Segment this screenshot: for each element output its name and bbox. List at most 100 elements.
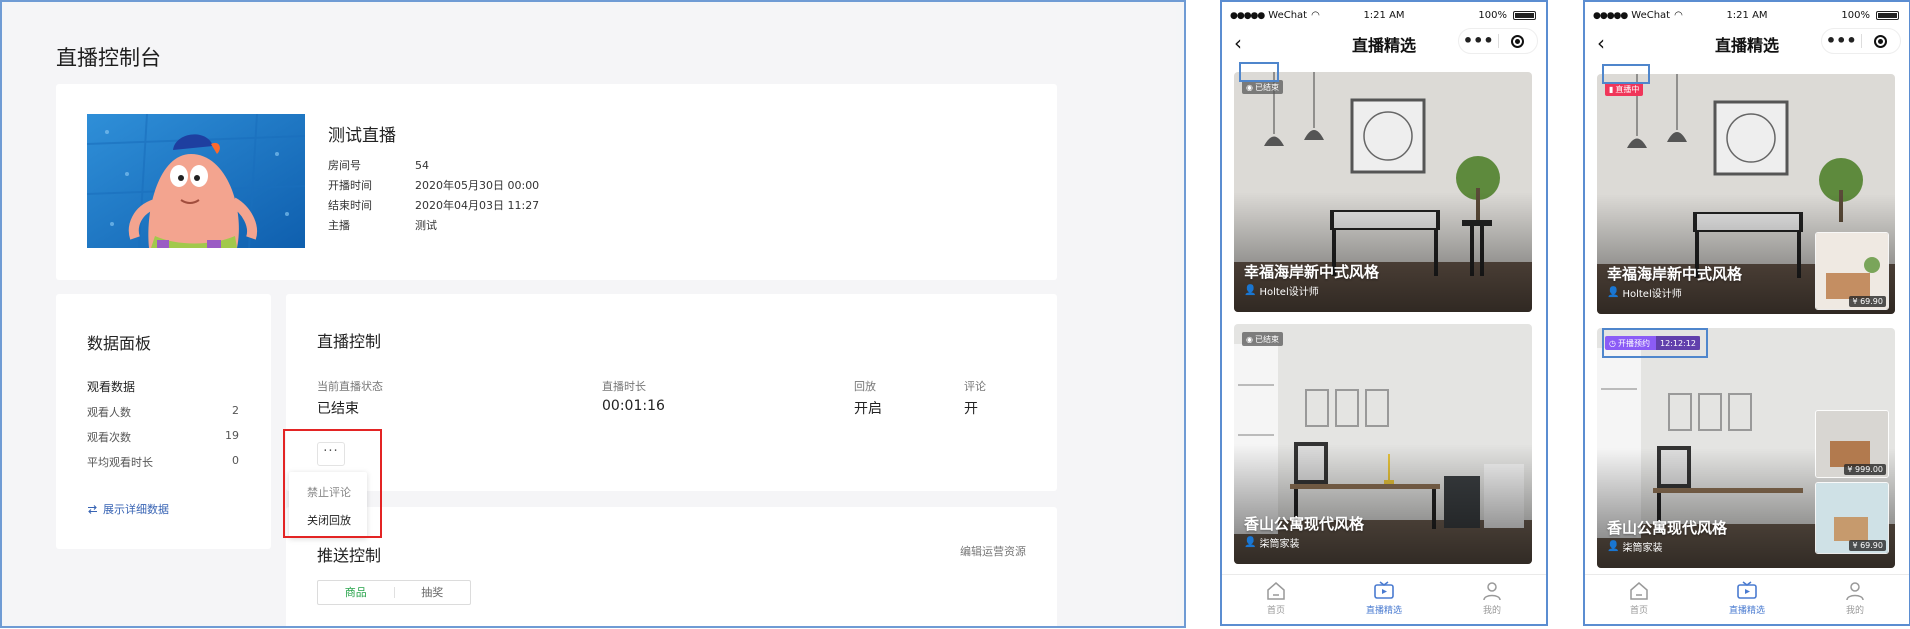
live-info-card: 测试直播 房间号 54 开播时间 2020年05月30日 00:00 结束时间 202… [56, 84, 1057, 280]
nav-bar: ‹ 直播精选 ••• [1222, 24, 1546, 58]
user-icon [1846, 582, 1864, 601]
nav-bar: ‹ 直播精选 ••• [1585, 24, 1909, 58]
tab-label: 直播精选 [1728, 606, 1765, 616]
tab-mine[interactable]: 我的 [1801, 575, 1909, 624]
tv-icon [1737, 581, 1757, 599]
close-ring-icon[interactable] [1499, 29, 1538, 53]
tab-label: 首页 [1629, 606, 1648, 616]
swap-arrows-icon [88, 504, 97, 514]
more-dots-icon[interactable]: ••• [1459, 29, 1498, 53]
info-value: 测试 [415, 219, 437, 232]
live-card[interactable]: ▮ 直播中 幸福海岸新中式风格 👤 Holtel设计师 ¥ 69.90 [1597, 74, 1895, 314]
live-control-title: 直播控制 [317, 332, 382, 351]
status-badge: ◉ 已结束 [1242, 80, 1283, 94]
live-status-value: 已结束 [317, 401, 359, 417]
info-label: 房间号 [328, 159, 361, 172]
info-row-host: 主播 测试 [328, 217, 437, 233]
card-title: 幸福海岸新中式风格 [1607, 265, 1743, 283]
tab-lottery[interactable]: 抽奖 [395, 581, 471, 604]
battery-icon [1876, 11, 1899, 20]
status-badge: ◉ 已结束 [1242, 332, 1283, 346]
live-status-label: 当前直播状态 [317, 380, 383, 393]
tab-home[interactable]: 首页 [1585, 575, 1693, 624]
home-icon [1630, 582, 1648, 600]
tab-home[interactable]: 首页 [1222, 575, 1330, 624]
live-control-card: 直播控制 当前直播状态 已结束 直播时长 00:01:16 回放 开启 评论 开… [286, 294, 1057, 491]
stat-views: 观看次数 19 [87, 429, 239, 445]
card-title: 幸福海岸新中式风格 [1244, 263, 1380, 281]
info-value: 2020年05月30日 00:00 [415, 179, 540, 192]
tab-label: 直播精选 [1365, 606, 1402, 616]
show-detail-data-link[interactable]: 展示详细数据 [87, 501, 169, 517]
stat-avg-duration: 平均观看时长 0 [87, 454, 239, 470]
tv-icon [1374, 581, 1394, 599]
show-detail-data-label: 展示详细数据 [103, 503, 169, 516]
ended-icon: ◉ [1246, 334, 1253, 344]
user-icon: 👤 [1607, 287, 1620, 298]
info-row-room: 房间号 54 [328, 157, 429, 173]
highlight-box [283, 429, 382, 538]
user-icon: 👤 [1244, 285, 1257, 296]
battery-icon [1513, 11, 1536, 20]
product-price: ¥ 999.00 [1844, 464, 1886, 475]
highlight-box [1602, 328, 1708, 358]
status-bar: ●●●●● WeChat ◠ 1:21 AM 100% [1585, 8, 1909, 22]
mini-program-capsule: ••• [1821, 28, 1901, 54]
highlight-box [1239, 62, 1279, 82]
product-thumbnail[interactable]: ¥ 999.00 [1815, 410, 1889, 478]
comment-label: 评论 [964, 380, 986, 393]
tab-label: 首页 [1266, 606, 1285, 616]
card-author: 👤 Holtel设计师 [1607, 287, 1682, 300]
stat-label: 平均观看时长 [87, 456, 153, 469]
user-icon: 👤 [1244, 537, 1257, 548]
data-panel-title: 数据面板 [87, 334, 152, 353]
stat-label: 观看次数 [87, 431, 131, 444]
tab-live-selection[interactable]: 直播精选 [1330, 575, 1438, 624]
tab-bar: 首页 直播精选 我的 [1222, 574, 1546, 624]
live-cover-image [87, 114, 305, 248]
page-title: 直播控制台 [56, 46, 161, 70]
live-duration-value: 00:01:16 [602, 398, 665, 414]
product-price: ¥ 69.90 [1849, 296, 1886, 307]
info-value: 2020年04月03日 11:27 [415, 199, 540, 212]
push-control-card: 推送控制 编辑运营资源 商品 抽奖 [286, 507, 1057, 626]
ended-icon: ◉ [1246, 82, 1253, 92]
stat-value: 2 [232, 404, 239, 417]
info-label: 主播 [328, 219, 350, 232]
stat-value: 19 [225, 429, 239, 442]
stat-value: 0 [232, 454, 239, 467]
more-dots-icon[interactable]: ••• [1822, 29, 1861, 53]
status-bar: ●●●●● WeChat ◠ 1:21 AM 100% [1222, 8, 1546, 22]
live-card[interactable]: ◷ 开播预约 12:12:12 香山公寓现代风格 👤 柒筒家装 ¥ 999.00 ¥… [1597, 328, 1895, 568]
console-body: 直播控制台 测试直播 房间号 54 开播时间 2020年05月30日 00:00… [4, 4, 1176, 626]
phone-preview-live: ●●●●● WeChat ◠ 1:21 AM 100% ‹ 直播精选 ••• ▮ 直播… [1583, 0, 1910, 626]
product-thumbnail[interactable]: ¥ 69.90 [1815, 482, 1889, 554]
tab-mine[interactable]: 我的 [1438, 575, 1546, 624]
data-panel-card: 数据面板 观看数据 观看人数 2 观看次数 19 平均观看时长 0 展示详细数据 [56, 294, 271, 549]
tab-bar: 首页 直播精选 我的 [1585, 574, 1909, 624]
live-card[interactable]: ◉ 已结束 香山公寓现代风格 👤 柒筒家装 [1234, 324, 1532, 564]
phone-preview-ended: ●●●●● WeChat ◠ 1:21 AM 100% ‹ 直播精选 ••• ◉ 已结… [1220, 0, 1548, 626]
product-thumbnail[interactable]: ¥ 69.90 [1815, 232, 1889, 310]
live-duration-label: 直播时长 [602, 380, 646, 393]
user-icon [1483, 582, 1501, 601]
home-icon [1267, 582, 1285, 600]
live-console-panel: 直播控制台 测试直播 房间号 54 开播时间 2020年05月30日 00:00… [0, 0, 1186, 628]
tab-label: 我的 [1845, 606, 1864, 616]
mini-program-capsule: ••• [1458, 28, 1538, 54]
card-author: 👤 柒筒家装 [1244, 537, 1300, 550]
card-title: 香山公寓现代风格 [1607, 519, 1728, 537]
live-bars-icon: ▮ [1609, 84, 1614, 94]
info-label: 开播时间 [328, 179, 372, 192]
tab-label: 我的 [1482, 606, 1501, 616]
battery-percent: 100% [1841, 10, 1870, 21]
edit-operation-resources-link[interactable]: 编辑运营资源 [960, 543, 1026, 559]
live-name: 测试直播 [328, 126, 396, 146]
replay-label: 回放 [854, 380, 876, 393]
close-ring-icon[interactable] [1862, 29, 1901, 53]
tab-goods[interactable]: 商品 [318, 581, 394, 604]
live-card[interactable]: ◉ 已结束 幸福海岸新中式风格 👤 Holtel设计师 [1234, 72, 1532, 312]
card-title: 香山公寓现代风格 [1244, 515, 1365, 533]
stat-viewers: 观看人数 2 [87, 404, 239, 420]
tab-live-selection[interactable]: 直播精选 [1693, 575, 1801, 624]
